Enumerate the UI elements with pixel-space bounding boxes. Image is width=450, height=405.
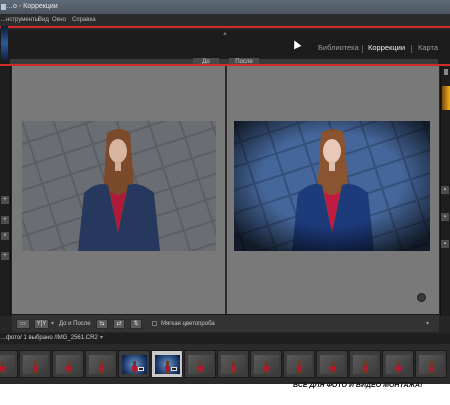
histogram-marker xyxy=(444,69,448,75)
swap-icon[interactable]: ⇅ xyxy=(130,319,142,329)
filmstrip-thumbnail[interactable] xyxy=(415,350,447,378)
thumbnail-image xyxy=(419,355,444,374)
module-map[interactable]: Карта xyxy=(418,43,438,52)
thumbnail-image xyxy=(221,355,246,374)
soft-proof-checkbox[interactable] xyxy=(152,321,157,326)
panel-toggle-icon[interactable]: ▪ xyxy=(441,240,449,248)
edited-badge-icon xyxy=(171,367,177,371)
filmstrip-thumbnail[interactable] xyxy=(151,350,183,378)
filmstrip-thumbnail[interactable] xyxy=(316,350,348,378)
thumbnail-figure-detail xyxy=(0,366,5,371)
thumbnail-figure-detail xyxy=(396,366,401,371)
thumbnail-figure-detail xyxy=(264,366,269,371)
before-after-mode-button[interactable]: Y|Y xyxy=(34,319,49,329)
thumbnail-image xyxy=(155,355,180,374)
thumbnail-figure-detail xyxy=(33,366,38,371)
thumbnail-figure-detail xyxy=(99,366,104,371)
left-panel xyxy=(0,66,11,316)
filmstrip-thumbnail[interactable] xyxy=(0,350,18,378)
soft-proof-label: Мягкая цветопроба xyxy=(161,321,215,327)
filmstrip-thumbnail[interactable] xyxy=(283,350,315,378)
filmstrip-thumbnail[interactable] xyxy=(19,350,51,378)
filmstrip-thumbnail[interactable] xyxy=(118,350,150,378)
window-title: …o - Коррекции xyxy=(6,3,58,10)
before-photo xyxy=(22,121,216,251)
navigator-preview xyxy=(1,26,8,60)
filmstrip-thumbnail[interactable] xyxy=(382,350,414,378)
filmstrip-thumbnail[interactable] xyxy=(85,350,117,378)
thumbnail-figure-detail xyxy=(363,366,368,371)
app-icon xyxy=(1,4,6,10)
thumbnail-image xyxy=(23,355,48,374)
copy-after-to-before-icon[interactable]: ⇄ xyxy=(113,319,125,329)
filmstrip-thumbnail[interactable] xyxy=(184,350,216,378)
view-divider[interactable] xyxy=(225,66,227,314)
panel-toggle-icon[interactable]: ▪ xyxy=(441,186,449,194)
thumbnail-image xyxy=(89,355,114,374)
filmstrip-thumbnail[interactable] xyxy=(52,350,84,378)
filmstrip-header: …фото/ 1 выбрано /IMG_2561.CR2 ▾ xyxy=(0,333,450,344)
close-icon[interactable]: × xyxy=(1,232,9,240)
thumbnail-image xyxy=(56,355,81,374)
thumbnail-image xyxy=(188,355,213,374)
title-bar: …o - Коррекции xyxy=(0,0,450,14)
thumbnail-figure-detail xyxy=(429,366,434,371)
menu-bar: …нструменты Вид Окно Справка xyxy=(0,14,450,28)
add-snapshot-icon[interactable]: + xyxy=(1,216,9,224)
bottom-toolbar: ▭ Y|Y ▾ До и После ⇆ ⇄ ⇅ Мягкая цветопро… xyxy=(12,314,439,332)
panel-toggle-icon[interactable]: ▪ xyxy=(441,213,449,221)
after-photo xyxy=(234,121,430,251)
source-dropdown-icon[interactable]: ▾ xyxy=(100,333,103,344)
edited-badge-icon xyxy=(138,367,144,371)
module-library[interactable]: Библиотека xyxy=(318,43,359,52)
thumbnail-figure-detail xyxy=(132,366,137,371)
thumbnail-image xyxy=(254,355,279,374)
thumbnail-figure-detail xyxy=(297,366,302,371)
menu-view[interactable]: Вид xyxy=(38,14,49,27)
zoom-knob-icon[interactable] xyxy=(417,293,426,302)
watermark-text: ВСЕ ДЛЯ ФОТО И ВИДЕО МОНТАЖА! xyxy=(293,382,423,389)
module-separator xyxy=(362,45,363,53)
thumbnail-figure-detail xyxy=(231,366,236,371)
thumbnail-figure-detail xyxy=(66,366,71,371)
thumbnail-image xyxy=(122,355,147,374)
thumbnail-image xyxy=(353,355,378,374)
thumbnail-figure-detail xyxy=(165,366,170,371)
thumbnail-image xyxy=(0,355,15,374)
filmstrip-thumbnail[interactable] xyxy=(217,350,249,378)
histogram xyxy=(442,86,450,110)
loupe-view-icon[interactable]: ▭ xyxy=(16,319,30,329)
thumbnail-image xyxy=(320,355,345,374)
thumbnail-figure-detail xyxy=(330,366,335,371)
before-after-mode-label: До и После xyxy=(59,321,91,327)
lightroom-window: …o - Коррекции …нструменты Вид Окно Спра… xyxy=(0,0,450,405)
filmstrip-thumbnail[interactable] xyxy=(250,350,282,378)
toolbar-menu-arrow-icon[interactable]: ▾ xyxy=(426,320,429,327)
module-separator xyxy=(411,45,412,53)
copy-before-to-after-icon[interactable]: ⇆ xyxy=(96,319,108,329)
collapse-top-panel-icon[interactable]: ▲ xyxy=(222,31,228,37)
thumbnail-figure-detail xyxy=(198,366,203,371)
thumbnail-image xyxy=(386,355,411,374)
menu-window[interactable]: Окно xyxy=(52,14,66,27)
filmstrip-thumbnail[interactable] xyxy=(349,350,381,378)
add-collection-icon[interactable]: + xyxy=(1,252,9,260)
thumbnail-image xyxy=(287,355,312,374)
filmstrip-source-path[interactable]: …фото/ 1 выбрано /IMG_2561.CR2 xyxy=(0,333,98,344)
add-preset-icon[interactable]: + xyxy=(1,196,9,204)
module-develop[interactable]: Коррекции xyxy=(368,43,405,52)
menu-help[interactable]: Справка xyxy=(72,14,96,27)
dropdown-arrow-icon[interactable]: ▾ xyxy=(51,320,54,327)
